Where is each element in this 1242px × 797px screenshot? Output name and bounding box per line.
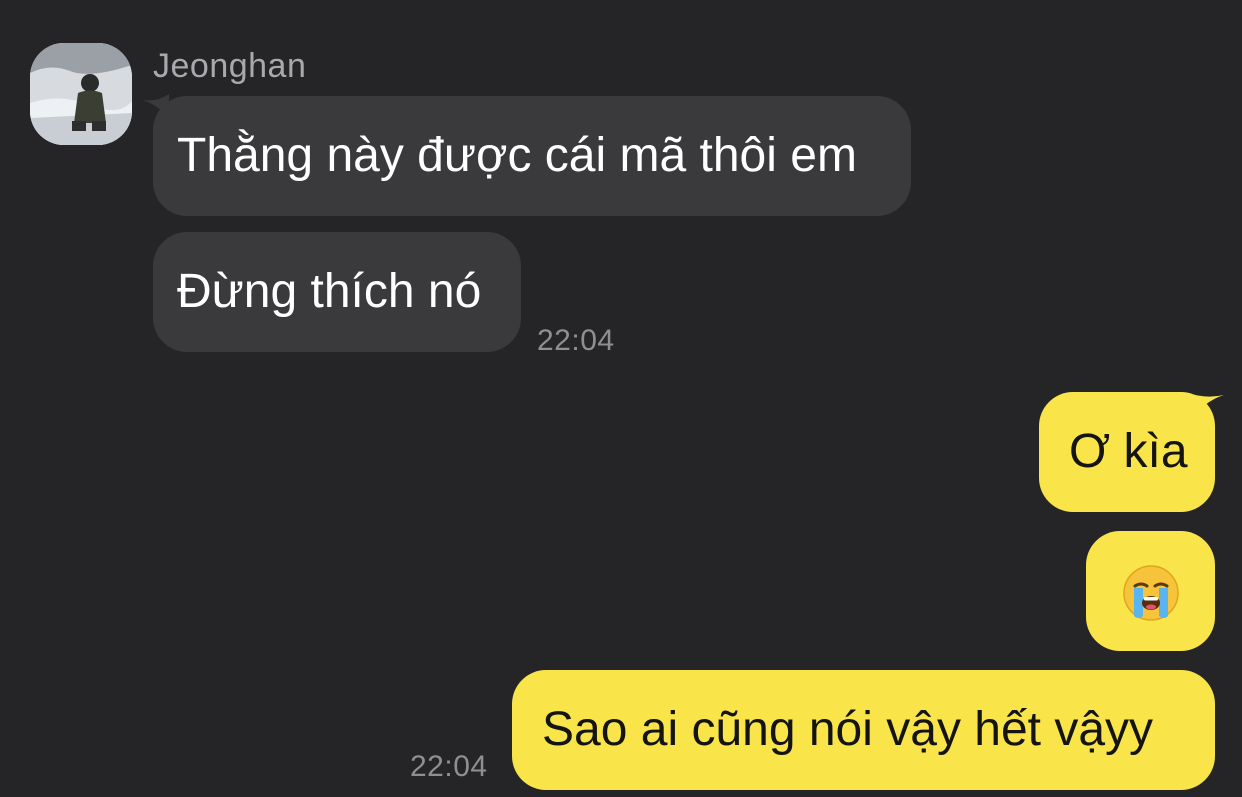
message-text: Sao ai cũng nói vậy hết vậyy <box>542 703 1154 756</box>
sender-name: Jeonghan <box>153 47 307 85</box>
outgoing-message-bubble[interactable]: Sao ai cũng nói vậy hết vậyy <box>512 670 1215 790</box>
incoming-message-bubble[interactable]: Thằng này được cái mã thôi em <box>153 96 911 216</box>
outgoing-emoji-bubble[interactable] <box>1086 531 1215 651</box>
avatar-photo <box>30 43 132 145</box>
incoming-message-bubble[interactable]: Đừng thích nó <box>153 232 521 352</box>
sender-avatar[interactable] <box>30 43 132 145</box>
outgoing-message-bubble[interactable]: Ơ kìa <box>1039 392 1215 512</box>
message-text: Thằng này được cái mã thôi em <box>177 129 857 182</box>
message-timestamp: 22:04 <box>537 324 615 357</box>
message-text: Ơ kìa <box>1069 425 1188 478</box>
message-timestamp: 22:04 <box>410 750 488 783</box>
loudly-crying-face-icon <box>1122 565 1179 622</box>
chat-area: Jeonghan Thằng này được cái mã thôi em Đ… <box>0 0 1242 797</box>
message-text: Đừng thích nó <box>177 265 482 318</box>
